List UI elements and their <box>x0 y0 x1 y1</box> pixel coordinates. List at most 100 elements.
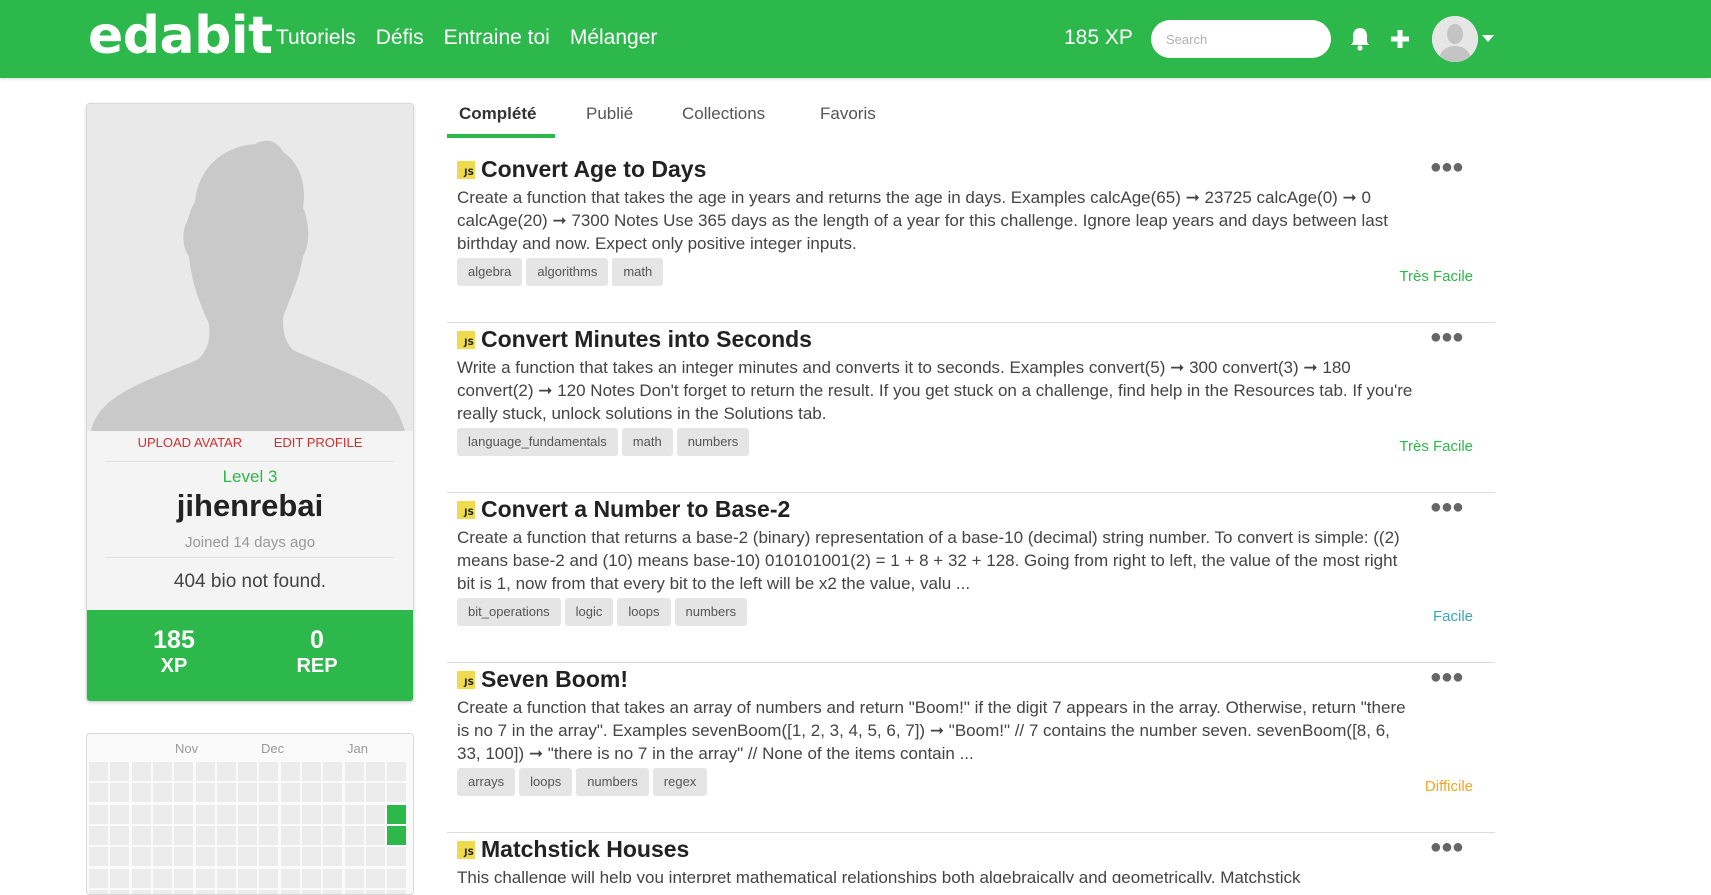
month-label: Dec <box>261 741 285 756</box>
heatmap-cell <box>344 783 364 803</box>
heatmap-cell <box>89 847 108 867</box>
challenge-title[interactable]: Convert a Number to Base-2 <box>481 496 790 523</box>
nav-link-melanger[interactable]: Mélanger <box>570 26 658 50</box>
heatmap-cell <box>302 847 321 867</box>
heatmap-cell <box>216 868 236 888</box>
tag-chip[interactable]: math <box>621 428 673 456</box>
challenge-tags: language_fundamentals math numbers <box>457 428 753 456</box>
heatmap-cell <box>89 889 108 894</box>
more-options-icon[interactable]: ●●● <box>1430 496 1464 519</box>
heatmap-cell <box>152 804 172 824</box>
tag-chip[interactable]: logic <box>564 598 614 626</box>
tag-chip[interactable]: numbers <box>674 598 748 626</box>
heatmap-cell <box>174 762 194 781</box>
challenge-header: JS Matchstick Houses <box>457 836 689 863</box>
tag-chip[interactable]: numbers <box>576 768 649 796</box>
plus-icon[interactable] <box>1388 27 1412 51</box>
tag-chip[interactable]: regex <box>652 768 708 796</box>
tag-chip[interactable]: math <box>612 258 664 286</box>
tab-publie[interactable]: Publié <box>586 104 633 124</box>
edit-profile-link[interactable]: EDIT PROFILE <box>274 435 363 450</box>
tag-chip[interactable]: bit_operations <box>457 598 561 626</box>
heatmap-cell <box>344 825 364 845</box>
heatmap-cell <box>302 804 321 824</box>
edabit-logo[interactable]: edabit <box>88 6 273 66</box>
heatmap-cell <box>216 847 236 867</box>
challenge-card[interactable]: JS Convert Age to Days ●●● Create a func… <box>447 152 1495 323</box>
heatmap-cell <box>365 825 385 845</box>
tag-chip[interactable]: loops <box>617 598 671 626</box>
tag-chip[interactable]: algorithms <box>526 258 609 286</box>
challenge-title[interactable]: Convert Age to Days <box>481 156 706 183</box>
heatmap-cell <box>174 889 194 894</box>
challenge-tags: algebra algorithms math <box>457 258 667 286</box>
js-language-icon: JS <box>457 500 475 519</box>
heatmap-cell <box>238 783 258 803</box>
heatmap-cell <box>365 889 385 894</box>
tag-chip[interactable]: numbers <box>676 428 750 456</box>
user-level: Level 3 <box>222 467 278 486</box>
heatmap-cell <box>280 825 300 845</box>
heatmap-cell <box>387 783 407 803</box>
more-options-icon[interactable]: ●●● <box>1430 326 1464 349</box>
tag-chip[interactable]: arrays <box>457 768 516 796</box>
challenge-card[interactable]: JS Convert a Number to Base-2 ●●● Create… <box>447 492 1495 663</box>
heatmap-cell <box>344 847 364 867</box>
heatmap-cell <box>131 783 151 803</box>
heatmap-cell <box>259 825 279 845</box>
nav-link-entraine-toi[interactable]: Entraine toi <box>444 26 550 50</box>
tab-favoris[interactable]: Favoris <box>820 104 876 124</box>
challenge-title[interactable]: Seven Boom! <box>481 666 628 693</box>
heatmap-cell <box>365 783 385 803</box>
more-options-icon[interactable]: ●●● <box>1430 156 1464 179</box>
search-input[interactable] <box>1151 20 1331 58</box>
heatmap-cell <box>365 804 385 824</box>
heatmap-cell <box>110 868 130 888</box>
difficulty-label: Facile <box>1432 608 1473 625</box>
heatmap-cell <box>280 868 300 888</box>
tag-chip[interactable]: language_fundamentals <box>457 428 618 456</box>
joined-date: Joined 14 days ago <box>184 534 316 551</box>
challenge-header: JS Convert Minutes into Seconds <box>457 326 812 353</box>
stat-xp-value: 185 <box>153 626 195 654</box>
heatmap-cell <box>344 804 364 824</box>
heatmap-cell <box>110 804 130 824</box>
challenge-header: JS Convert a Number to Base-2 <box>457 496 790 523</box>
avatar-silhouette-icon <box>1432 16 1478 62</box>
heatmap-cell <box>302 868 321 888</box>
month-label: Nov <box>175 741 199 756</box>
heatmap-cell <box>89 762 108 781</box>
chevron-down-icon[interactable] <box>1482 35 1494 42</box>
tag-chip[interactable]: loops <box>519 768 573 796</box>
bell-icon[interactable] <box>1349 26 1371 52</box>
challenge-title[interactable]: Convert Minutes into Seconds <box>481 326 812 353</box>
user-avatar[interactable] <box>1432 16 1478 62</box>
challenge-card[interactable]: JS Seven Boom! ●●● Create a function tha… <box>447 662 1495 833</box>
heatmap-cell <box>131 762 151 781</box>
heatmap-cell <box>387 825 407 845</box>
tab-complete[interactable]: Complété <box>459 104 536 124</box>
more-options-icon[interactable]: ●●● <box>1430 666 1464 689</box>
heatmap-cell <box>259 868 279 888</box>
tag-chip[interactable]: algebra <box>457 258 523 286</box>
js-language-icon: JS <box>457 160 475 179</box>
stat-rep-label: REP <box>296 655 338 677</box>
heatmap-cell <box>89 825 108 845</box>
nav-link-tutoriels[interactable]: Tutoriels <box>276 26 356 50</box>
heatmap-cell <box>238 868 258 888</box>
heatmap-cell <box>110 762 130 781</box>
heatmap-cell <box>323 804 343 824</box>
avatar-silhouette-icon <box>87 104 413 431</box>
more-options-icon[interactable]: ●●● <box>1430 836 1464 859</box>
upload-avatar-link[interactable]: UPLOAD AVATAR <box>138 435 243 450</box>
heatmap-cell <box>365 847 385 867</box>
challenge-card[interactable]: JS Matchstick Houses ●●● This challenge … <box>447 832 1495 883</box>
heatmap-cell <box>110 783 130 803</box>
heatmap-cell <box>344 889 364 894</box>
challenge-card[interactable]: JS Convert Minutes into Seconds ●●● Writ… <box>447 322 1495 493</box>
nav-link-defis[interactable]: Défis <box>376 26 424 50</box>
tab-collections[interactable]: Collections <box>682 104 765 124</box>
difficulty-label: Difficile <box>1424 778 1473 795</box>
heatmap-cell <box>323 847 343 867</box>
challenge-title[interactable]: Matchstick Houses <box>481 836 689 863</box>
